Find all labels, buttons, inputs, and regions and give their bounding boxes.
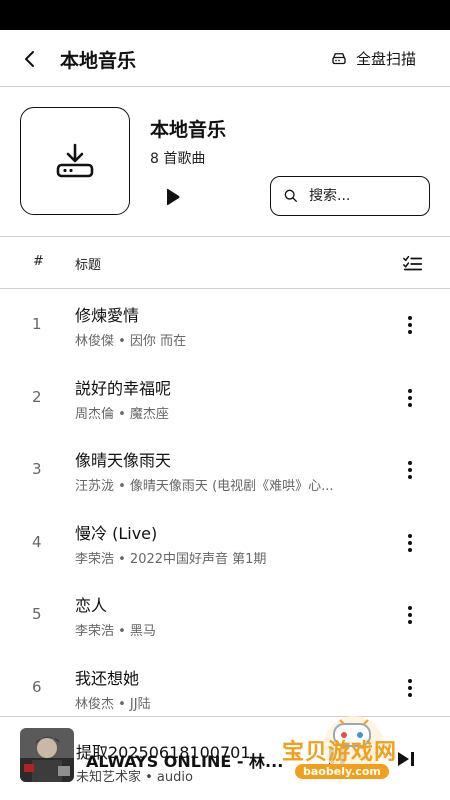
more-vertical-icon[interactable]	[398, 313, 422, 337]
column-number: #	[33, 254, 44, 269]
more-vertical-icon[interactable]	[398, 458, 422, 482]
song-list: 1 修煉愛情 林俊傑 • 因你 而在 2 説好的幸福呢 周杰倫 • 魔杰座 3 …	[0, 288, 450, 723]
sort-list-icon[interactable]	[402, 253, 424, 275]
song-title: 説好的幸福呢	[75, 378, 172, 398]
song-number: 5	[32, 605, 42, 623]
song-row[interactable]: 5 恋人 李荣浩 • 黑马	[0, 578, 450, 651]
song-artist-album: 李荣浩 • 2022中国好声音 第1期	[75, 551, 267, 567]
song-artist-album: 林俊傑 • 因你 而在	[75, 334, 187, 349]
song-artist-album: 李荣浩 • 黑马	[75, 624, 156, 639]
more-vertical-icon[interactable]	[398, 603, 422, 627]
status-bar	[0, 0, 450, 30]
song-count: 8 首歌曲	[150, 151, 206, 167]
top-app-bar: 本地音乐 全盘扫描	[0, 30, 450, 87]
song-artist-album: 汪苏泷 • 像晴天像雨天 (电视剧《难哄》心...	[75, 479, 334, 494]
watermark-url: baobely.com	[295, 764, 389, 779]
search-icon	[284, 189, 297, 202]
search-box[interactable]	[270, 176, 430, 216]
song-number: 3	[32, 460, 42, 478]
song-artist-album: 林俊杰 • JJ陆	[75, 696, 151, 712]
song-number: 6	[32, 677, 42, 696]
song-number: 4	[32, 532, 42, 551]
full-scan-label: 全盘扫描	[355, 50, 416, 68]
watermark-text: 宝贝游戏网	[282, 740, 398, 765]
song-row[interactable]: 4 慢冷 (Live) 李荣浩 • 2022中国好声音 第1期	[0, 506, 450, 579]
play-icon[interactable]	[160, 185, 184, 209]
album-cover	[20, 107, 130, 215]
page-title: 本地音乐	[60, 50, 137, 72]
search-input[interactable]	[309, 188, 409, 204]
scan-disk-icon	[332, 52, 346, 64]
song-title: 恋人	[75, 596, 108, 615]
song-number: 2	[32, 387, 42, 406]
more-vertical-icon[interactable]	[398, 531, 422, 555]
song-row[interactable]: 1 修煉愛情 林俊傑 • 因你 而在	[0, 288, 450, 361]
song-row[interactable]: 3 像晴天像雨天 汪苏泷 • 像晴天像雨天 (电视剧《难哄》心...	[0, 433, 450, 506]
song-title: 修煉愛情	[75, 306, 140, 325]
song-number: 1	[32, 315, 42, 333]
song-title: 像晴天像雨天	[75, 451, 172, 470]
song-title: 我还想她	[75, 668, 140, 688]
album-title: 本地音乐	[150, 119, 227, 141]
now-playing-artist: 未知艺术家 • audio	[76, 770, 193, 785]
list-header: # 标题	[0, 236, 450, 289]
download-drive-icon	[56, 143, 94, 178]
song-row[interactable]: 2 説好的幸福呢 周杰倫 • 魔杰座	[0, 361, 450, 434]
full-scan-button[interactable]: 全盘扫描	[330, 48, 416, 69]
album-art[interactable]	[20, 728, 74, 782]
more-vertical-icon[interactable]	[398, 676, 422, 700]
back-arrow-icon[interactable]	[18, 47, 42, 71]
more-vertical-icon[interactable]	[398, 386, 422, 410]
song-artist-album: 周杰倫 • 魔杰座	[75, 406, 169, 422]
song-title: 慢冷 (Live)	[75, 523, 158, 543]
column-title: 标题	[75, 258, 102, 273]
